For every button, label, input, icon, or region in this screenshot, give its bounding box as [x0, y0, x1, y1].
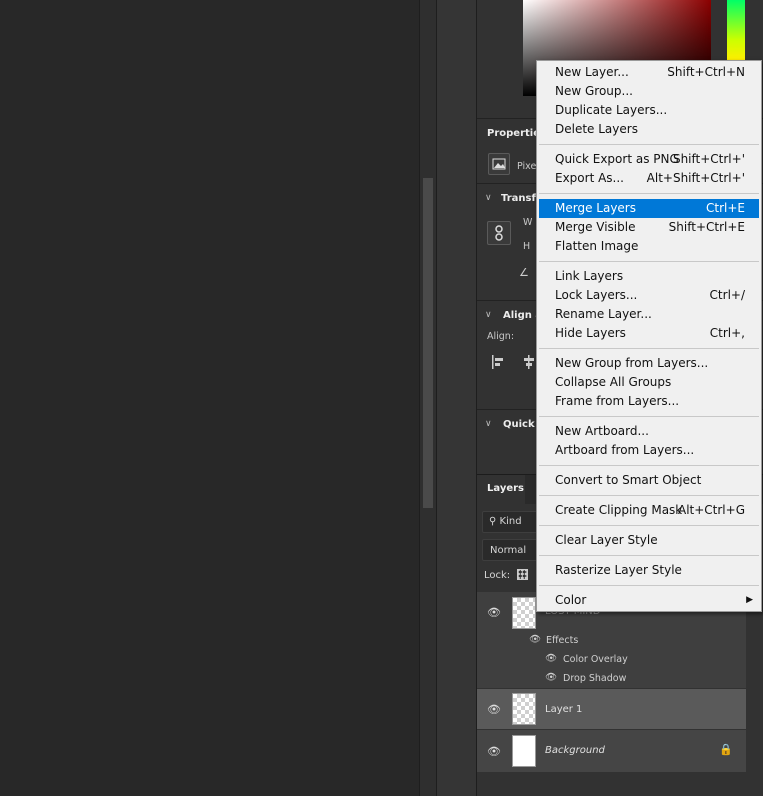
menu-item-rasterize-layer-style[interactable]: Rasterize Layer Style: [539, 561, 759, 580]
menu-item-merge-visible[interactable]: Merge Visible Shift+Ctrl+E: [539, 218, 759, 237]
menu-item-new-layer[interactable]: New Layer... Shift+Ctrl+N: [539, 63, 759, 82]
lock-label: Lock:: [484, 570, 511, 581]
chevron-down-icon: ∨: [485, 193, 492, 203]
lock-row: Lock:: [484, 569, 528, 581]
menu-item-quick-export-png[interactable]: Quick Export as PNG Shift+Ctrl+': [539, 150, 759, 169]
menu-item-duplicate-layers[interactable]: Duplicate Layers...: [539, 101, 759, 120]
layer-name[interactable]: Layer 1: [545, 704, 582, 715]
eye-icon[interactable]: 👁: [487, 606, 501, 619]
menu-item-rename-layer[interactable]: Rename Layer...: [539, 305, 759, 324]
layer-row-layer1[interactable]: 👁 Layer 1: [477, 689, 746, 729]
width-label: W: [523, 217, 533, 228]
chevron-down-icon: ∨: [485, 310, 492, 320]
submenu-arrow-icon: ▶: [746, 595, 753, 605]
menu-item-new-group-from-layers[interactable]: New Group from Layers...: [539, 354, 759, 373]
effect-eye-icon[interactable]: 👁: [545, 653, 557, 664]
pixel-layer-icon: [488, 153, 510, 175]
document-canvas[interactable]: [0, 0, 419, 796]
height-label: H: [523, 241, 531, 252]
align-label: Align:: [487, 331, 515, 342]
menu-item-lock-layers[interactable]: Lock Layers... Ctrl+/: [539, 286, 759, 305]
menu-item-flatten-image[interactable]: Flatten Image: [539, 237, 759, 256]
blend-mode-select[interactable]: Normal: [482, 539, 542, 561]
menu-item-artboard-from-layers[interactable]: Artboard from Layers...: [539, 441, 759, 460]
menu-separator: [539, 348, 759, 349]
kind-label: Kind: [499, 516, 522, 527]
canvas-vertical-scrollbar[interactable]: [419, 0, 437, 796]
menu-item-color[interactable]: Color ▶: [539, 591, 759, 610]
layer-thumbnail: [512, 693, 536, 725]
menu-separator: [539, 416, 759, 417]
menu-separator: [539, 585, 759, 586]
layer-row-background[interactable]: 👁 Background 🔒: [477, 730, 746, 772]
menu-item-hide-layers[interactable]: Hide Layers Ctrl+,: [539, 324, 759, 343]
menu-separator: [539, 555, 759, 556]
tab-layers[interactable]: Layers: [477, 475, 525, 505]
menu-separator: [539, 525, 759, 526]
menu-item-frame-from-layers[interactable]: Frame from Layers...: [539, 392, 759, 411]
layer-name[interactable]: Background: [545, 745, 605, 756]
effect-color-overlay[interactable]: Color Overlay: [563, 654, 628, 665]
layer-thumbnail: [512, 597, 536, 629]
menu-item-new-artboard[interactable]: New Artboard...: [539, 422, 759, 441]
menu-separator: [539, 261, 759, 262]
effects-label: Effects: [546, 635, 579, 646]
menu-item-collapse-all-groups[interactable]: Collapse All Groups: [539, 373, 759, 392]
eye-icon[interactable]: 👁: [487, 703, 501, 716]
menu-separator: [539, 465, 759, 466]
align-center-icon[interactable]: [522, 355, 536, 369]
search-icon: ⚲: [489, 516, 497, 527]
lock-transparent-pixels-icon[interactable]: [517, 569, 528, 580]
menu-separator: [539, 144, 759, 145]
hue-slider[interactable]: [727, 0, 745, 60]
menu-item-clear-layer-style[interactable]: Clear Layer Style: [539, 531, 759, 550]
effect-drop-shadow[interactable]: Drop Shadow: [563, 673, 626, 684]
menu-item-merge-layers[interactable]: Merge Layers Ctrl+E: [539, 199, 759, 218]
kind-filter[interactable]: ⚲ Kind: [482, 511, 542, 533]
angle-icon: ∠: [519, 266, 529, 279]
layer-thumbnail: [512, 735, 536, 767]
menu-item-export-as[interactable]: Export As... Alt+Shift+Ctrl+': [539, 169, 759, 188]
effect-eye-icon[interactable]: 👁: [545, 672, 557, 683]
menu-item-create-clipping-mask[interactable]: Create Clipping Mask Alt+Ctrl+G: [539, 501, 759, 520]
menu-separator: [539, 495, 759, 496]
menu-item-link-layers[interactable]: Link Layers: [539, 267, 759, 286]
link-icon[interactable]: [487, 221, 511, 245]
menu-item-delete-layers[interactable]: Delete Layers: [539, 120, 759, 139]
effects-eye-icon[interactable]: 👁: [529, 634, 541, 645]
menu-item-new-group[interactable]: New Group...: [539, 82, 759, 101]
chevron-down-icon: ∨: [485, 419, 492, 429]
pixel-layer-label: Pixe: [517, 161, 537, 172]
menu-separator: [539, 193, 759, 194]
scrollbar-thumb[interactable]: [423, 178, 433, 508]
panel-dock-strip: [437, 0, 477, 796]
align-left-icon[interactable]: [491, 355, 505, 369]
lock-icon: 🔒: [719, 743, 733, 756]
eye-icon[interactable]: 👁: [487, 745, 501, 758]
menu-item-convert-to-smart-object[interactable]: Convert to Smart Object: [539, 471, 759, 490]
layer-context-menu: New Layer... Shift+Ctrl+N New Group... Du…: [536, 60, 762, 612]
